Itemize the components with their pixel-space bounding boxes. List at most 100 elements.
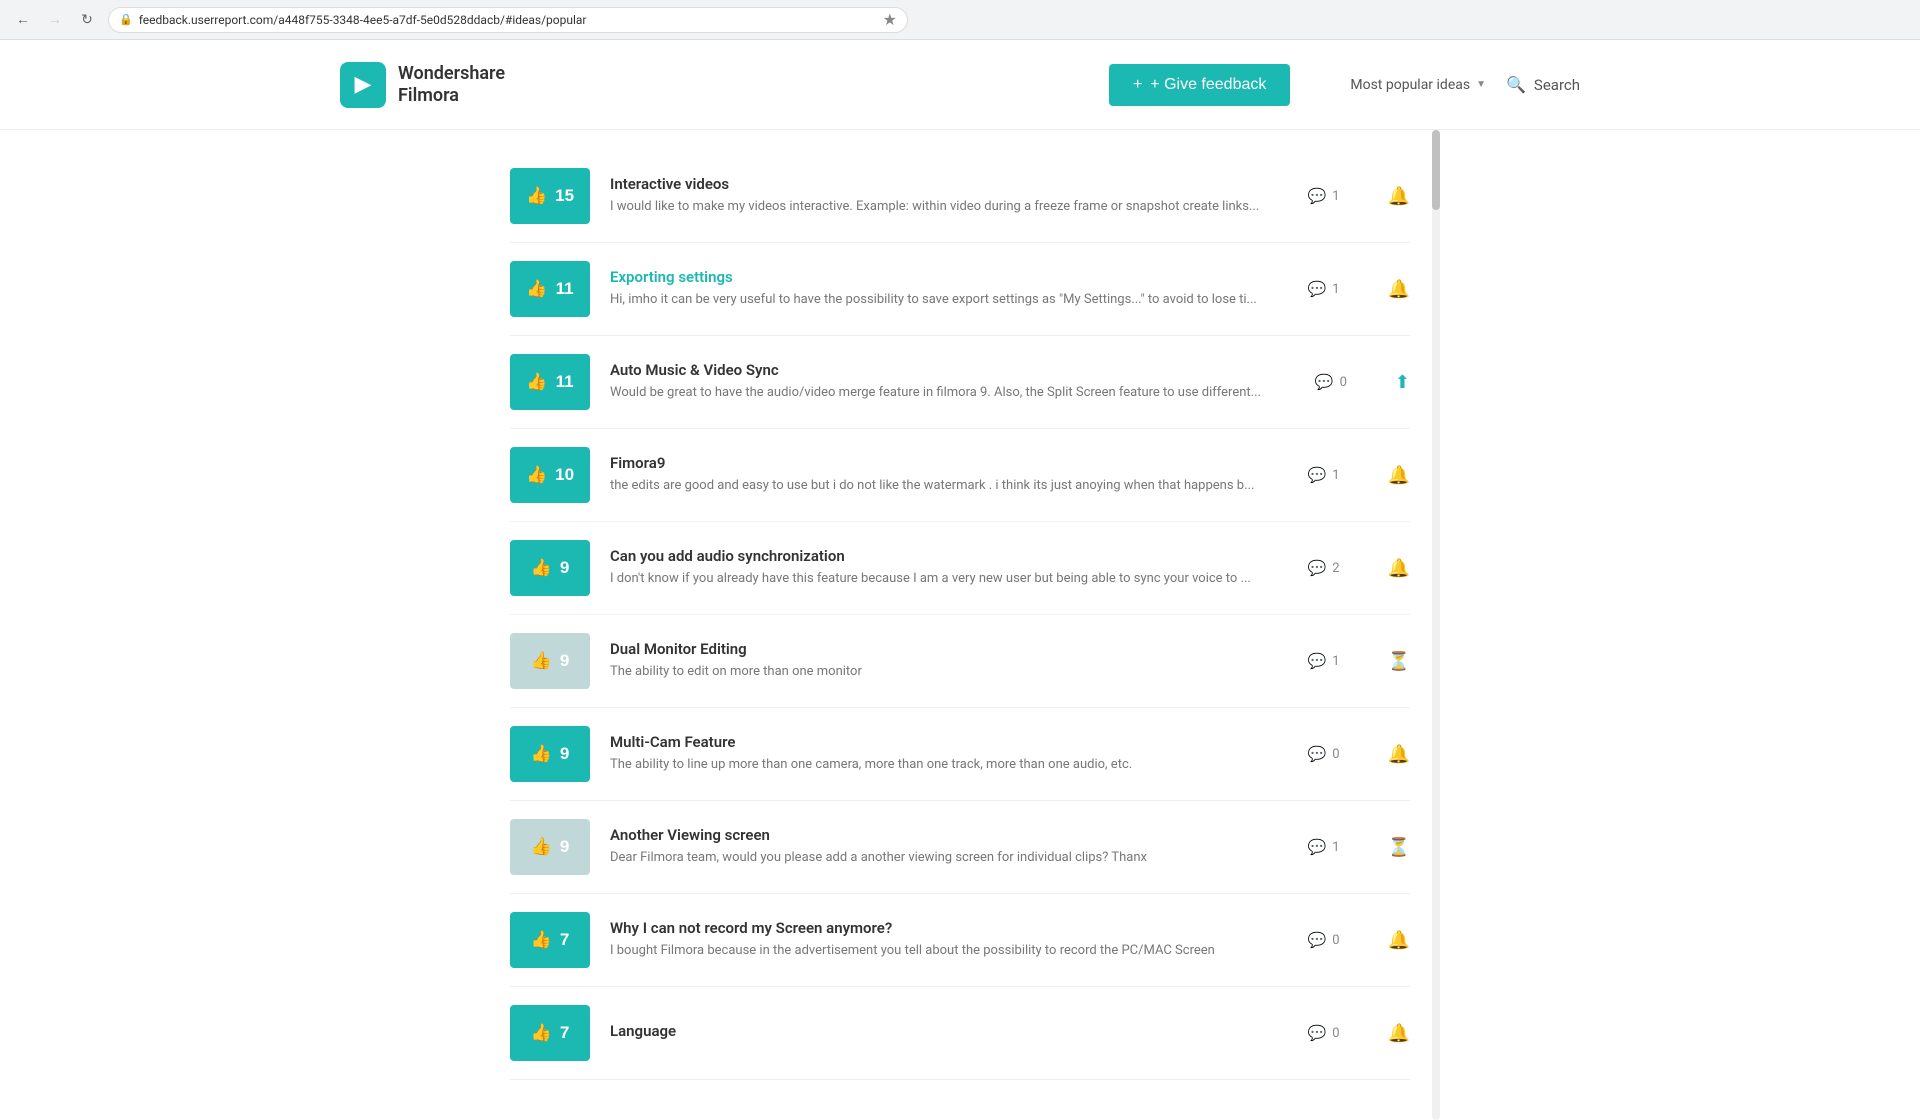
idea-content: Why I can not record my Screen anymore? I… [610,919,1288,960]
give-feedback-label: + Give feedback [1150,76,1266,94]
notify-bell-icon[interactable]: 🔔 [1388,744,1410,765]
idea-title: Multi-Cam Feature [610,733,1288,751]
idea-title: Dual Monitor Editing [610,640,1288,658]
thumbs-up-icon: 👍 [531,1023,552,1043]
comment-icon: 💬 [1308,280,1327,298]
idea-title[interactable]: Exporting settings [610,268,1288,286]
vote-button[interactable]: 👍 11 [510,354,590,410]
browser-chrome: ← → ↻ 🔒 feedback.userreport.com/a448f755… [0,0,1920,40]
idea-title: Can you add audio synchronization [610,547,1288,565]
vote-button[interactable]: 👍11 [510,261,590,317]
thumbs-up-icon: 👍 [531,837,552,857]
idea-meta: 💬1 [1308,187,1368,205]
search-label: Search [1534,76,1580,94]
ideas-list: 👍15Interactive videosI would like to mak… [510,150,1410,1080]
back-button[interactable]: ← [12,9,34,31]
idea-content: Auto Music & Video SyncWould be great to… [610,361,1295,402]
comment-count: 1 [1332,282,1339,297]
notify-bell-icon[interactable]: 🔔 [1388,186,1410,207]
address-bar[interactable]: 🔒 feedback.userreport.com/a448f755-3348-… [108,7,908,33]
list-item: 👍9 Can you add audio synchronization I don… [510,522,1410,615]
idea-title: Interactive videos [610,175,1288,193]
search-area[interactable]: 🔍 Search [1506,75,1580,94]
notify-teal-icon[interactable]: ⬆ [1395,372,1410,393]
scrollbar-track[interactable] [1432,130,1440,1120]
notify-bell-icon[interactable]: 🔔 [1388,1023,1410,1044]
idea-description: The ability to line up more than one cam… [610,756,1288,774]
page-header: ▶ Wondershare Filmora + + Give feedback … [0,40,1920,130]
idea-description: I don't know if you already have this fe… [610,570,1288,588]
idea-meta: 💬2 [1308,559,1368,577]
comment-count: 1 [1332,654,1339,669]
logo-icon: ▶ [340,62,386,108]
comment-count: 0 [1332,747,1339,762]
idea-meta: 💬1 [1308,652,1368,670]
logo-text: Wondershare Filmora [398,63,505,106]
vote-button[interactable]: 👍7 [510,1005,590,1061]
reload-button[interactable]: ↻ [76,9,98,31]
lock-icon: 🔒 [119,13,133,26]
vote-button[interactable]: 👍9 [510,819,590,875]
vote-count: 11 [556,372,574,392]
idea-content: Fimora9 the edits are good and easy to us… [610,454,1288,495]
idea-title: Fimora9 [610,454,1288,472]
vote-button[interactable]: 👍15 [510,168,590,224]
scrollbar-thumb[interactable] [1432,130,1440,210]
thumbs-up-icon: 👍 [526,372,547,392]
main-content: 👍15Interactive videosI would like to mak… [510,130,1410,1120]
notify-bell-icon[interactable]: 🔔 [1388,558,1410,579]
thumbs-up-icon: 👍 [531,558,552,578]
idea-content: Language [610,1022,1288,1045]
list-item: 👍9Another Viewing screenDear Filmora tea… [510,801,1410,894]
notify-bell-icon[interactable]: 🔔 [1388,279,1410,300]
notify-bell-icon[interactable]: 🔔 [1388,465,1410,486]
idea-meta: 💬1 [1308,280,1368,298]
hourglass-icon[interactable]: ⏳ [1388,837,1410,858]
header-right: Most popular ideas ▼ 🔍 Search [1350,75,1580,94]
idea-meta: 💬0 [1308,1024,1368,1042]
comment-count: 0 [1332,933,1339,948]
chevron-down-icon: ▼ [1476,79,1486,90]
notify-bell-icon[interactable]: 🔔 [1388,930,1410,951]
vote-button[interactable]: 👍10 [510,447,590,503]
give-feedback-button[interactable]: + + Give feedback [1109,64,1290,106]
idea-title: Language [610,1022,1288,1040]
idea-description: The ability to edit on more than one mon… [610,663,1288,681]
list-item: 👍11Exporting settingsHi, imho it can be … [510,243,1410,336]
comment-count: 1 [1332,468,1339,483]
idea-description: I bought Filmora because in the advertis… [610,942,1288,960]
idea-content: Can you add audio synchronization I don't… [610,547,1288,588]
vote-button[interactable]: 👍9 [510,540,590,596]
logo-area[interactable]: ▶ Wondershare Filmora [340,62,505,108]
idea-description: Dear Filmora team, would you please add … [610,849,1288,867]
bookmark-icon[interactable]: ★ [883,10,897,29]
idea-title: Why I can not record my Screen anymore? [610,919,1288,937]
comment-count: 0 [1332,1026,1339,1041]
thumbs-up-icon: 👍 [531,930,552,950]
comment-count: 1 [1332,189,1339,204]
list-item: 👍15Interactive videosI would like to mak… [510,150,1410,243]
vote-count: 9 [560,837,569,857]
idea-meta: 💬0 [1308,931,1368,949]
idea-meta: 💬0 [1315,373,1375,391]
list-item: 👍10 Fimora9 the edits are good and easy to… [510,429,1410,522]
vote-button[interactable]: 👍9 [510,726,590,782]
comment-count: 0 [1340,375,1347,390]
comment-icon: 💬 [1308,187,1327,205]
idea-meta: 💬1 [1308,838,1368,856]
list-item: 👍7 Language 💬0 🔔 [510,987,1410,1080]
comment-icon: 💬 [1315,373,1334,391]
list-item: 👍9 Multi-Cam Feature The ability to line u… [510,708,1410,801]
vote-button[interactable]: 👍9 [510,633,590,689]
hourglass-icon[interactable]: ⏳ [1388,651,1410,672]
comment-count: 2 [1332,561,1339,576]
idea-content: Another Viewing screenDear Filmora team,… [610,826,1288,867]
idea-description: the edits are good and easy to use but i… [610,477,1288,495]
vote-count: 9 [560,651,569,671]
comment-icon: 💬 [1308,838,1327,856]
forward-button[interactable]: → [44,9,66,31]
vote-button[interactable]: 👍7 [510,912,590,968]
sort-dropdown[interactable]: Most popular ideas ▼ [1350,77,1486,93]
sort-label: Most popular ideas [1350,77,1470,93]
comment-count: 1 [1332,840,1339,855]
